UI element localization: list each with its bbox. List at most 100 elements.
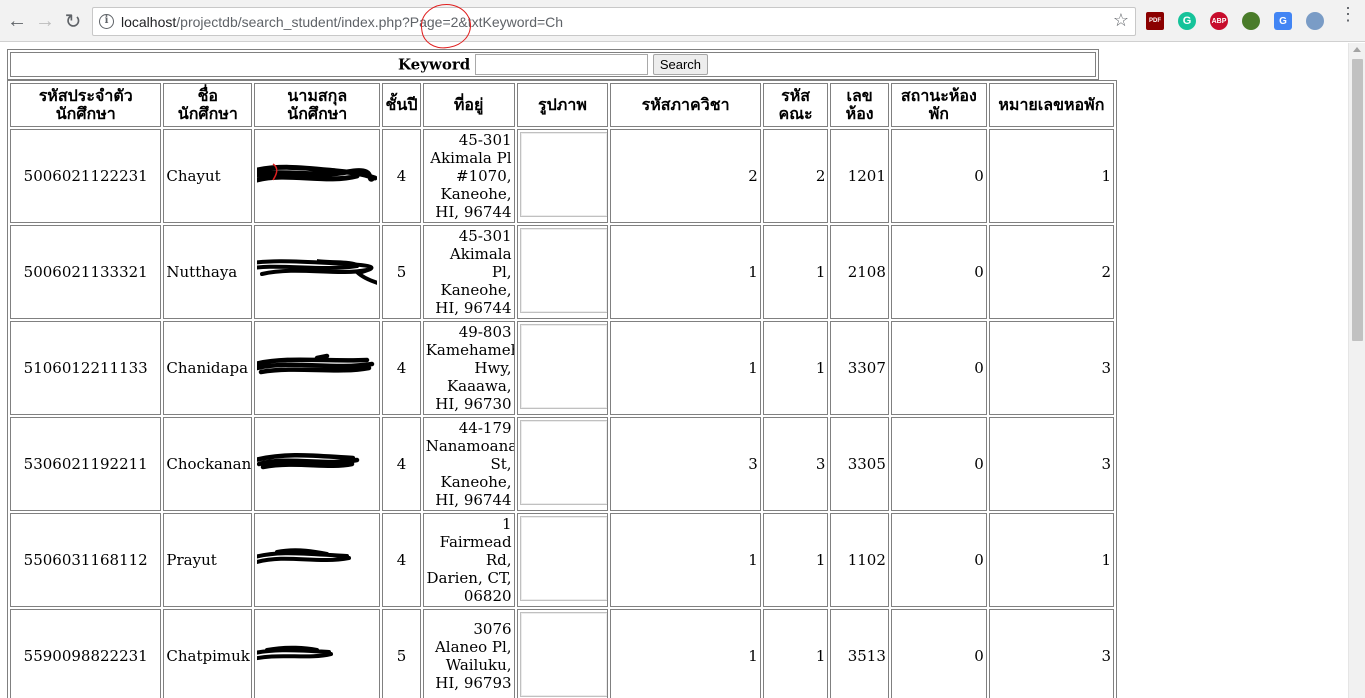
cell-room-status: 0 (890, 609, 987, 698)
pdf-extension-icon[interactable]: PDF (1146, 12, 1164, 30)
translate-extension-label: G (1279, 15, 1287, 27)
cell-student-id: 5506031168112 (10, 513, 162, 607)
cell-dorm-no: 3 (988, 417, 1114, 511)
keyword-label: Keyword (397, 55, 471, 74)
students-table: รหัสประจำตัว นักศึกษา ชื่อ นักศึกษา นามส… (7, 80, 1117, 698)
photo-placeholder (519, 612, 608, 697)
cell-student-id: 5306021192211 (10, 417, 162, 511)
redaction-scribble (257, 645, 334, 660)
redaction-scribble (257, 548, 352, 564)
table-row: 5590098822231 Chatpimuk 5 3076 Alaneo Pl… (10, 609, 1114, 698)
cell-address: 44-179 Nanamoana St, Kaneohe, HI, 96744 (422, 417, 515, 511)
cell-first-name: Chockanan (163, 417, 253, 511)
scroll-thumb[interactable] (1352, 59, 1363, 341)
header-room-no: เลข ห้อง (830, 83, 889, 127)
cell-room-status: 0 (890, 321, 987, 415)
redaction-scribble (257, 259, 378, 285)
cell-last-name-redacted (254, 609, 381, 698)
cell-photo (516, 513, 609, 607)
table-row: 5006021122231 Chayut 4 45-301 Akimala Pl… (10, 129, 1114, 223)
redaction-scribble (257, 353, 375, 375)
cell-dept-id: 1 (610, 513, 761, 607)
back-icon[interactable]: ← (4, 8, 30, 34)
cell-first-name: Chayut (163, 129, 253, 223)
table-row: 5306021192211 Chockanan 4 44-179 Nanamoa… (10, 417, 1114, 511)
redaction-scribble (257, 163, 378, 183)
table-row: 5006021133321 Nutthaya 5 45-301 Akimala … (10, 225, 1114, 319)
cell-year: 4 (382, 417, 421, 511)
cell-last-name-redacted (254, 129, 381, 223)
cell-dept-id: 3 (610, 417, 761, 511)
cell-photo (516, 129, 609, 223)
cell-dept-id: 1 (610, 225, 761, 319)
cell-room-status: 0 (890, 129, 987, 223)
search-button[interactable]: Search (652, 54, 709, 75)
table-row: 5506031168112 Prayut 4 1 Fairmead Rd, Da… (10, 513, 1114, 607)
cell-address: 45-301 Akimala Pl #1070, Kaneohe, HI, 96… (422, 129, 515, 223)
cell-first-name: Chatpimuk (163, 609, 253, 698)
cell-last-name-redacted (254, 225, 381, 319)
globe-extension-icon[interactable] (1242, 12, 1260, 30)
grammarly-extension-icon[interactable]: G (1178, 12, 1196, 30)
address-bar[interactable]: i localhost/projectdb/search_student/ind… (92, 7, 1136, 36)
cell-last-name-redacted (254, 513, 381, 607)
cell-dorm-no: 3 (988, 609, 1114, 698)
cell-dorm-no: 1 (988, 513, 1114, 607)
cell-photo (516, 321, 609, 415)
header-room-status: สถานะห้อง พัก (890, 83, 987, 127)
photo-placeholder (519, 516, 608, 601)
cell-dorm-no: 3 (988, 321, 1114, 415)
header-address: ที่อยู่ (422, 83, 515, 127)
cell-room-status: 0 (890, 225, 987, 319)
adblock-extension-icon[interactable]: ABP (1210, 12, 1228, 30)
search-form-cell: Keyword Search (10, 52, 1096, 77)
table-header-row: รหัสประจำตัว นักศึกษา ชื่อ นักศึกษา นามส… (10, 83, 1114, 127)
cell-last-name-redacted (254, 417, 381, 511)
cell-student-id: 5006021133321 (10, 225, 162, 319)
grammarly-extension-label: G (1182, 15, 1192, 27)
cell-dept-id: 1 (610, 609, 761, 698)
header-faculty-id: รหัส คณะ (762, 83, 829, 127)
header-first-name: ชื่อ นักศึกษา (163, 83, 253, 127)
cell-year: 5 (382, 225, 421, 319)
bookmark-star-icon[interactable]: ☆ (1113, 10, 1129, 31)
scroll-up-arrow-icon[interactable] (1353, 47, 1361, 52)
cell-year: 4 (382, 513, 421, 607)
photo-placeholder (519, 420, 608, 505)
header-photo: รูปภาพ (516, 83, 609, 127)
url-text[interactable]: localhost/projectdb/search_student/index… (121, 14, 563, 30)
cell-photo (516, 609, 609, 698)
cell-first-name: Chanidapa (163, 321, 253, 415)
page-scrollbar[interactable] (1348, 43, 1365, 698)
cell-faculty-id: 1 (762, 609, 829, 698)
cell-dept-id: 2 (610, 129, 761, 223)
cell-faculty-id: 1 (762, 513, 829, 607)
cell-dept-id: 1 (610, 321, 761, 415)
cell-room-status: 0 (890, 513, 987, 607)
owl-extension-icon[interactable] (1306, 12, 1324, 30)
keyword-input[interactable] (475, 54, 649, 75)
cell-room-no: 3307 (830, 321, 889, 415)
cell-address: 1 Fairmead Rd, Darien, CT, 06820 (422, 513, 515, 607)
cell-address: 45-301 Akimala Pl, Kaneohe, HI, 96744 (422, 225, 515, 319)
cell-dorm-no: 1 (988, 129, 1114, 223)
cell-address: 3076 Alaneo Pl, Wailuku, HI, 96793 (422, 609, 515, 698)
translate-extension-icon[interactable]: G (1274, 12, 1292, 30)
cell-faculty-id: 1 (762, 321, 829, 415)
cell-student-id: 5590098822231 (10, 609, 162, 698)
cell-year: 4 (382, 321, 421, 415)
header-dorm-no: หมายเลขหอพัก (988, 83, 1114, 127)
search-form: Keyword Search (7, 49, 1099, 80)
cell-photo (516, 225, 609, 319)
browser-menu-icon[interactable]: ⋮ (1339, 5, 1357, 23)
url-path: /projectdb/search_student/index.php?Page… (176, 14, 564, 30)
cell-dorm-no: 2 (988, 225, 1114, 319)
reload-icon[interactable]: ↻ (60, 8, 86, 34)
photo-placeholder (519, 228, 608, 313)
forward-icon[interactable]: → (32, 8, 58, 34)
cell-room-no: 1201 (830, 129, 889, 223)
cell-first-name: Nutthaya (163, 225, 253, 319)
cell-faculty-id: 1 (762, 225, 829, 319)
info-icon[interactable]: i (99, 14, 114, 29)
cell-student-id: 5106012211133 (10, 321, 162, 415)
